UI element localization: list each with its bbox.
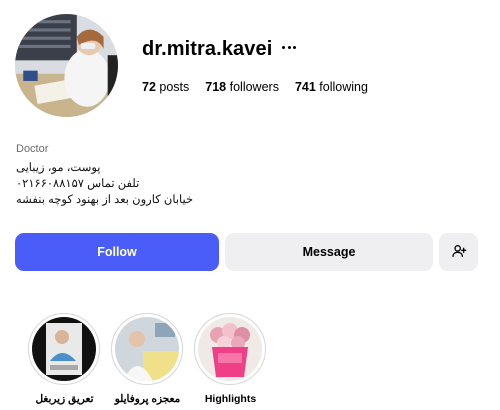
- highlight-label: Highlights: [204, 393, 257, 405]
- follow-button[interactable]: Follow: [15, 233, 219, 271]
- profile-category: Doctor: [16, 143, 49, 155]
- highlight-label: معجزه پروفایلو: [114, 393, 181, 405]
- suggest-user-button[interactable]: [439, 233, 478, 271]
- bio-line: تلفن تماس ۰۲۱۶۶۰۸۸۱۵۷: [16, 178, 140, 190]
- story-highlight[interactable]: Highlights: [194, 313, 267, 405]
- more-options-icon[interactable]: [282, 40, 296, 54]
- following-stat[interactable]: 741 following: [295, 80, 368, 94]
- highlight-cover: [115, 317, 179, 381]
- bio-line: پوست، مو، زیبایی: [16, 162, 101, 174]
- story-highlight[interactable]: معجزه پروفایلو: [111, 313, 184, 405]
- highlight-cover: [32, 317, 96, 381]
- bio-line: خیابان کارون بعد از بهنود کوچه بنفشه: [16, 194, 194, 206]
- add-user-icon: [451, 243, 467, 262]
- followers-stat[interactable]: 718 followers: [205, 80, 279, 94]
- profile-username: dr.mitra.kavei: [142, 38, 273, 60]
- posts-stat[interactable]: 72 posts: [142, 80, 189, 94]
- highlight-label: تعریق زیربغل: [35, 393, 94, 405]
- story-highlight[interactable]: تعریق زیربغل: [28, 313, 101, 405]
- highlight-cover: [198, 317, 262, 381]
- profile-stats: 72 posts 718 followers 741 following: [142, 80, 368, 94]
- message-button[interactable]: Message: [225, 233, 433, 271]
- profile-avatar[interactable]: [15, 14, 118, 117]
